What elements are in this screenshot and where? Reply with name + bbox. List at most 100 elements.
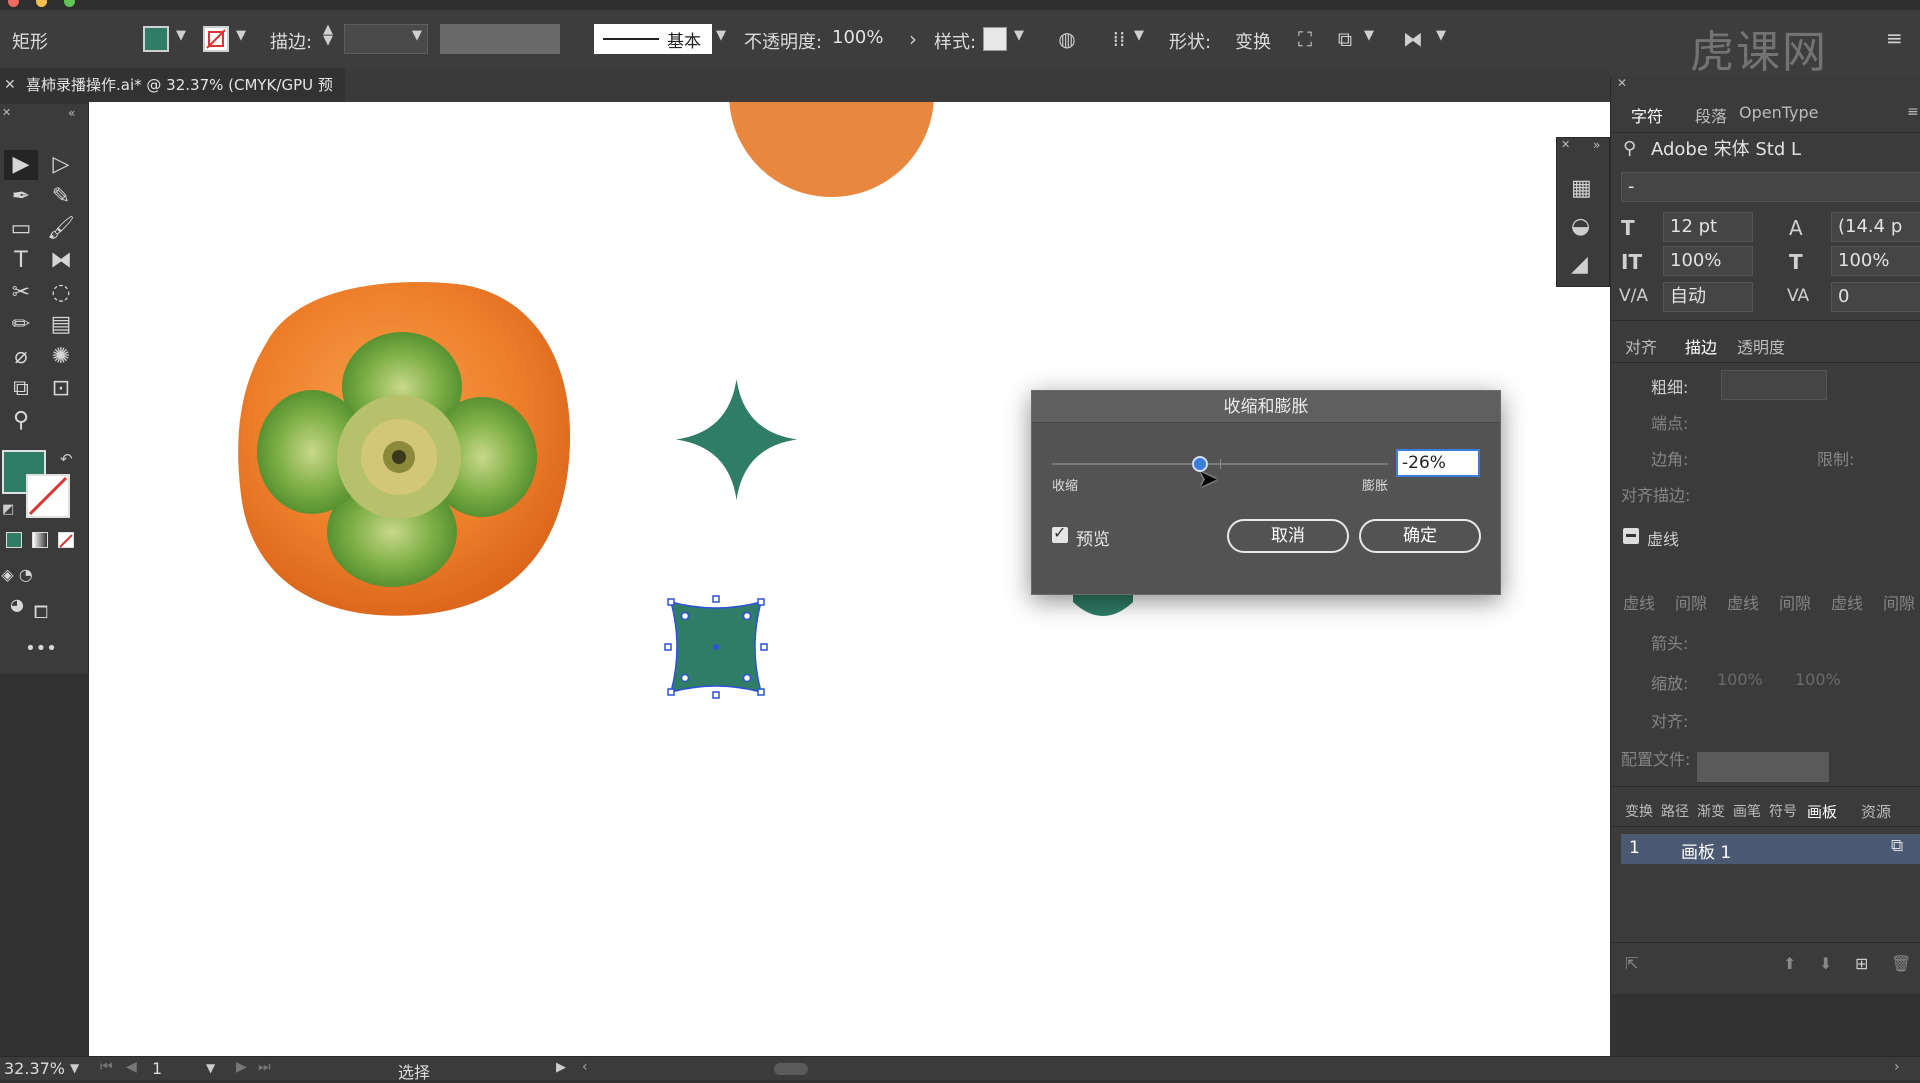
default-fill-stroke-icon[interactable]: ◩ bbox=[2, 502, 14, 517]
font-style-field[interactable]: - bbox=[1621, 172, 1920, 202]
fill-dropdown-chevron-icon[interactable]: ▼ bbox=[176, 28, 186, 43]
transform-label[interactable]: 变换 bbox=[1235, 28, 1271, 54]
pen-tool-icon[interactable]: ✒ bbox=[4, 182, 38, 212]
scroll-left-icon[interactable]: ‹ bbox=[582, 1059, 588, 1075]
panel-menu-icon[interactable]: ≡ bbox=[1886, 26, 1903, 50]
arrange-dropdown-chevron-icon[interactable]: ▼ bbox=[1364, 28, 1374, 43]
status-menu-arrow-icon[interactable]: ▶ bbox=[556, 1060, 566, 1075]
last-artboard-icon[interactable]: ⏭ bbox=[258, 1059, 271, 1075]
stroke-color-swatch[interactable] bbox=[203, 26, 229, 52]
align-dropdown-chevron-icon[interactable]: ▼ bbox=[1134, 28, 1144, 43]
screen-mode-icon[interactable]: ⧠ bbox=[24, 598, 58, 628]
font-size-field[interactable]: 12 pt bbox=[1663, 212, 1753, 242]
variable-width-profile-field[interactable] bbox=[440, 24, 560, 54]
artboard-list-row[interactable]: 1 画板 1 ⧉ bbox=[1621, 834, 1920, 864]
leading-field[interactable]: (14.4 p bbox=[1831, 212, 1920, 242]
pathfinder-icon[interactable]: ⧓ bbox=[1398, 24, 1428, 54]
reflect-tool-icon[interactable]: ⧓ bbox=[44, 246, 78, 276]
toolbar-collapse-icon[interactable]: « bbox=[68, 106, 75, 120]
tab-transparency[interactable]: 透明度 bbox=[1737, 334, 1785, 358]
zoom-dropdown-chevron-icon[interactable]: ▼ bbox=[70, 1061, 79, 1075]
horizontal-scale-field[interactable]: 100% bbox=[1831, 246, 1920, 276]
tracking-field[interactable]: 0 bbox=[1831, 282, 1920, 312]
preview-checkbox[interactable]: ✓ bbox=[1052, 523, 1068, 543]
shape-label[interactable]: 形状: bbox=[1169, 28, 1211, 54]
pucker-bloat-value-field[interactable]: -26% bbox=[1396, 449, 1480, 477]
opacity-field[interactable]: 100% bbox=[828, 24, 908, 54]
next-artboard-icon[interactable]: ▶ bbox=[236, 1059, 247, 1075]
pencil-tool-icon[interactable]: ✏ bbox=[4, 310, 38, 340]
font-family-field[interactable]: Adobe 宋体 Std L bbox=[1645, 136, 1920, 166]
stroke-weight-stepper[interactable]: ▲ ▼ bbox=[323, 23, 333, 47]
swap-fill-stroke-icon[interactable]: ↶ bbox=[60, 450, 73, 468]
kerning-field[interactable]: 自动 bbox=[1663, 282, 1753, 312]
symbol-sprayer-tool-icon[interactable]: ✺ bbox=[44, 342, 78, 372]
appearance-icon[interactable]: ◒ bbox=[1571, 214, 1590, 239]
tab-align[interactable]: 对齐 bbox=[1625, 334, 1657, 358]
orange-circle-shape[interactable] bbox=[729, 102, 934, 197]
close-window-dot[interactable] bbox=[8, 0, 19, 7]
hidden-teal-shape[interactable] bbox=[1073, 590, 1133, 630]
stroke-weight-dropdown-chevron-icon[interactable]: ▼ bbox=[412, 28, 422, 43]
font-search-icon[interactable]: ⚲ bbox=[1623, 138, 1636, 159]
new-artboard-icon[interactable]: ⊞ bbox=[1855, 954, 1868, 973]
type-tool-icon[interactable]: T bbox=[4, 246, 38, 276]
toolbar-close-icon[interactable]: ✕ bbox=[2, 106, 11, 119]
color-mode-button[interactable] bbox=[6, 532, 22, 548]
vertical-scale-field[interactable]: 100% bbox=[1663, 246, 1753, 276]
tab-stroke[interactable]: 描边 bbox=[1685, 334, 1717, 358]
move-down-icon[interactable]: ⬇ bbox=[1819, 954, 1832, 973]
brush-dropdown-chevron-icon[interactable]: ▼ bbox=[716, 28, 726, 43]
style-dropdown-chevron-icon[interactable]: ▼ bbox=[1014, 28, 1024, 43]
delete-artboard-icon[interactable]: 🗑 bbox=[1891, 954, 1911, 973]
persimmon-image[interactable] bbox=[227, 272, 582, 627]
none-mode-button[interactable] bbox=[58, 532, 74, 548]
graphic-style-swatch[interactable] bbox=[983, 27, 1007, 51]
tab-symbols[interactable]: 符号 bbox=[1769, 801, 1797, 821]
zoom-level[interactable]: 32.37% bbox=[4, 1059, 65, 1078]
four-point-star-shape[interactable] bbox=[674, 377, 799, 502]
pathfinder-dropdown-chevron-icon[interactable]: ▼ bbox=[1436, 28, 1446, 43]
fill-color-swatch[interactable] bbox=[143, 26, 169, 52]
stroke-color-box[interactable] bbox=[26, 474, 70, 518]
tab-transform[interactable]: 变换 bbox=[1625, 801, 1653, 821]
profile-field[interactable] bbox=[1697, 752, 1829, 782]
tab-opentype[interactable]: OpenType bbox=[1739, 103, 1818, 122]
artboard-tool-icon[interactable]: ⊡ bbox=[44, 374, 78, 404]
direct-selection-tool-icon[interactable]: ▷ bbox=[44, 150, 78, 180]
stroke-dropdown-chevron-icon[interactable]: ▼ bbox=[236, 28, 246, 43]
tab-pathfinder[interactable]: 路径 bbox=[1661, 801, 1689, 821]
artboard-dropdown-chevron-icon[interactable]: ▼ bbox=[206, 1061, 215, 1075]
scroll-right-icon[interactable]: › bbox=[1894, 1059, 1900, 1075]
artboard-options-icon[interactable]: ⧉ bbox=[1891, 836, 1903, 856]
first-artboard-icon[interactable]: ⏮ bbox=[100, 1059, 113, 1075]
previous-artboard-icon[interactable]: ◀ bbox=[126, 1059, 137, 1075]
curvature-tool-icon[interactable]: ✎ bbox=[44, 182, 78, 212]
character-panel-menu-icon[interactable]: ≡ bbox=[1907, 104, 1919, 120]
gradient-tool-icon[interactable]: ▤ bbox=[44, 310, 78, 340]
panel-dock-close-icon[interactable]: ✕ bbox=[1617, 76, 1627, 90]
move-up-icon[interactable]: ⬆ bbox=[1783, 954, 1796, 973]
mini-panel-close-icon[interactable]: ✕ bbox=[1561, 138, 1570, 151]
eyedropper-tool-icon[interactable]: ⌀ bbox=[4, 342, 38, 372]
tab-gradient[interactable]: 渐变 bbox=[1697, 801, 1725, 821]
selection-tool-icon[interactable]: ▶ bbox=[4, 150, 38, 180]
mini-panel-expand-icon[interactable]: » bbox=[1593, 138, 1600, 152]
artboard-number[interactable]: 1 bbox=[152, 1059, 162, 1078]
close-tab-icon[interactable]: ✕ bbox=[4, 68, 16, 102]
ok-button[interactable]: 确定 bbox=[1359, 519, 1481, 553]
dashed-line-checkbox[interactable] bbox=[1623, 528, 1639, 544]
rearrange-artboards-icon[interactable]: ⇱ bbox=[1625, 954, 1638, 973]
cancel-button[interactable]: 取消 bbox=[1227, 519, 1349, 553]
brush-definition-field[interactable]: 基本 bbox=[594, 24, 712, 54]
shape-builder-tool-icon[interactable]: ⧉ bbox=[4, 374, 38, 404]
maximize-window-dot[interactable] bbox=[64, 0, 75, 7]
lasso-tool-icon[interactable]: ◌ bbox=[44, 278, 78, 308]
minimize-window-dot[interactable] bbox=[36, 0, 47, 7]
document-tab[interactable]: ✕ 喜柿录播操作.ai* @ 32.37% (CMYK/GPU 预览) bbox=[0, 68, 345, 128]
isolate-object-icon[interactable]: ⛶ bbox=[1290, 24, 1320, 54]
paintbrush-tool-icon[interactable]: 🖌 bbox=[44, 214, 78, 244]
opacity-expand-arrow-icon[interactable]: › bbox=[898, 24, 928, 54]
align-grid-icon[interactable]: ⁞⁞ bbox=[1104, 24, 1134, 54]
horizontal-scrollbar-thumb[interactable] bbox=[774, 1063, 808, 1075]
